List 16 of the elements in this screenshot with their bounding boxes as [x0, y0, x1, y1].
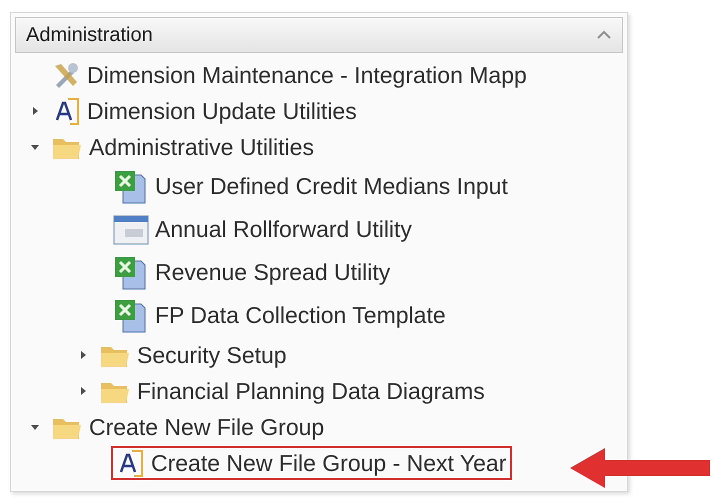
- chevron-up-icon[interactable]: [596, 30, 612, 40]
- tree-item[interactable]: Administrative Utilities: [89, 136, 314, 158]
- tree-item[interactable]: Annual Rollforward Utility: [155, 218, 412, 241]
- tree-item[interactable]: Security Setup: [137, 344, 287, 366]
- callout-arrow-icon: [570, 448, 710, 488]
- tree-item[interactable]: Dimension Maintenance - Integration Mapp: [87, 64, 527, 86]
- tree-item[interactable]: Financial Planning Data Diagrams: [137, 380, 485, 402]
- tree-item[interactable]: Create New File Group - Next Year: [151, 452, 506, 474]
- window-icon: [113, 214, 149, 246]
- tree-item[interactable]: Create New File Group: [89, 416, 324, 438]
- tree-item[interactable]: Revenue Spread Utility: [155, 261, 390, 284]
- panel-header[interactable]: Administration: [15, 17, 623, 53]
- panel-title: Administration: [26, 23, 153, 48]
- tree-item[interactable]: User Defined Credit Medians Input: [155, 175, 508, 198]
- tree-item[interactable]: FP Data Collection Template: [155, 304, 446, 327]
- tree-item[interactable]: Dimension Update Utilities: [87, 100, 357, 122]
